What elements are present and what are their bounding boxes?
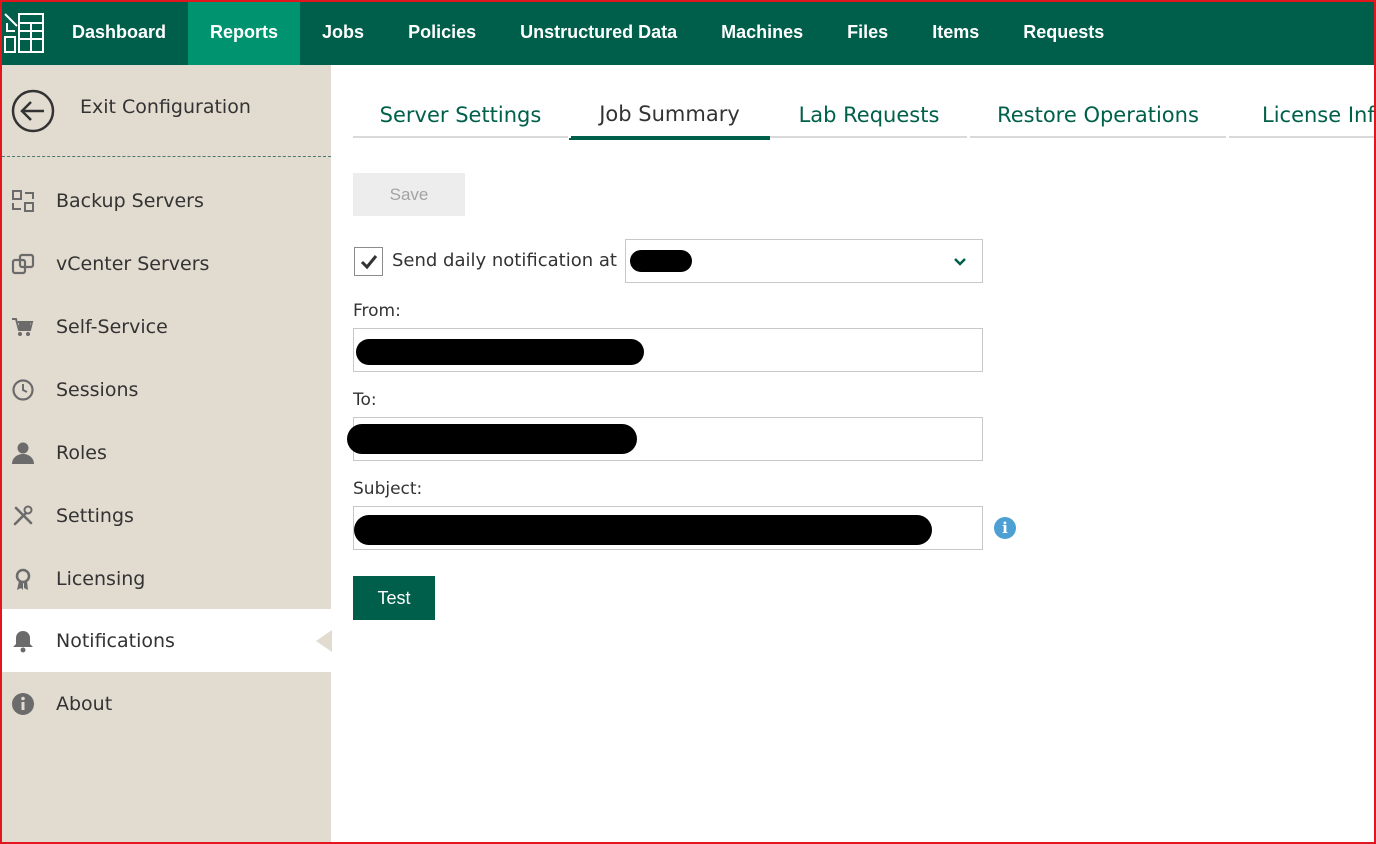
sidebar-item-label: Notifications xyxy=(56,629,175,652)
bell-icon xyxy=(10,628,36,654)
sidebar-item-about[interactable]: About xyxy=(2,672,331,735)
chevron-down-icon xyxy=(954,258,966,266)
sidebar-item-label: Licensing xyxy=(56,567,146,590)
tab-separator xyxy=(967,136,970,138)
redacted-value xyxy=(354,515,932,545)
sidebar-item-sessions[interactable]: Sessions xyxy=(2,358,331,421)
sidebar-item-licensing[interactable]: Licensing xyxy=(2,547,331,610)
nav-item-dashboard[interactable]: Dashboard xyxy=(50,0,188,65)
send-daily-checkbox[interactable] xyxy=(354,247,383,276)
nav-item-jobs[interactable]: Jobs xyxy=(300,0,386,65)
back-arrow-icon xyxy=(11,89,55,133)
tab-server-settings[interactable]: Server Settings xyxy=(353,92,568,138)
checkmark-icon xyxy=(360,254,377,269)
sidebar-item-label: About xyxy=(56,692,113,715)
nav-item-items[interactable]: Items xyxy=(910,0,1001,65)
info-icon xyxy=(10,691,36,717)
license-icon xyxy=(10,566,36,592)
subject-label: Subject: xyxy=(353,479,423,499)
redacted-value xyxy=(630,250,692,272)
config-sidebar: Exit Configuration Backup Servers vCente… xyxy=(2,65,332,842)
backup-servers-icon xyxy=(10,188,36,214)
nav-item-requests[interactable]: Requests xyxy=(1001,0,1126,65)
top-nav: Dashboard Reports Jobs Policies Unstruct… xyxy=(0,0,1376,65)
tools-icon xyxy=(10,503,36,529)
sidebar-item-label: Backup Servers xyxy=(56,189,204,212)
exit-configuration-label: Exit Configuration xyxy=(80,96,251,118)
nav-item-machines[interactable]: Machines xyxy=(699,0,825,65)
sidebar-item-self-service[interactable]: Self-Service xyxy=(2,295,331,358)
sidebar-item-roles[interactable]: Roles xyxy=(2,421,331,484)
redacted-value xyxy=(356,339,644,365)
sidebar-item-label: vCenter Servers xyxy=(56,252,210,275)
sidebar-item-notifications[interactable]: Notifications xyxy=(2,609,332,672)
tab-restore-operations[interactable]: Restore Operations xyxy=(969,92,1227,138)
nav-item-reports[interactable]: Reports xyxy=(188,0,301,65)
sidebar-item-label: Sessions xyxy=(56,378,139,401)
settings-tabs: Server Settings Job Summary Lab Requests… xyxy=(353,92,1376,140)
to-field[interactable] xyxy=(347,417,983,461)
cart-icon xyxy=(10,314,36,340)
tab-license-info[interactable]: License Info xyxy=(1229,92,1376,138)
user-icon xyxy=(10,440,36,466)
from-field[interactable] xyxy=(353,328,983,372)
subject-info-icon[interactable]: i xyxy=(994,517,1016,539)
tab-separator xyxy=(1226,136,1229,138)
notification-time-select[interactable] xyxy=(625,239,983,283)
sidebar-item-vcenter-servers[interactable]: vCenter Servers xyxy=(2,232,331,295)
clock-icon xyxy=(10,377,36,403)
tab-separator xyxy=(568,136,571,138)
app-logo-icon[interactable] xyxy=(0,0,50,65)
save-button[interactable]: Save xyxy=(353,173,465,216)
tab-lab-requests[interactable]: Lab Requests xyxy=(771,92,967,138)
nav-item-unstructured-data[interactable]: Unstructured Data xyxy=(498,0,699,65)
sidebar-item-label: Roles xyxy=(56,441,107,464)
sidebar-item-label: Settings xyxy=(56,504,134,527)
vcenter-icon xyxy=(10,251,36,277)
to-label: To: xyxy=(353,390,377,410)
test-button[interactable]: Test xyxy=(353,576,435,620)
from-label: From: xyxy=(353,301,401,321)
nav-item-files[interactable]: Files xyxy=(825,0,910,65)
send-daily-label: Send daily notification at xyxy=(392,250,617,271)
redacted-value xyxy=(347,424,637,454)
nav-item-policies[interactable]: Policies xyxy=(386,0,498,65)
subject-field[interactable] xyxy=(353,506,983,550)
sidebar-item-label: Self-Service xyxy=(56,315,168,338)
sidebar-item-settings[interactable]: Settings xyxy=(2,484,331,547)
exit-configuration-button[interactable]: Exit Configuration xyxy=(2,65,331,157)
sidebar-item-backup-servers[interactable]: Backup Servers xyxy=(2,169,331,232)
tab-job-summary[interactable]: Job Summary xyxy=(569,92,770,140)
